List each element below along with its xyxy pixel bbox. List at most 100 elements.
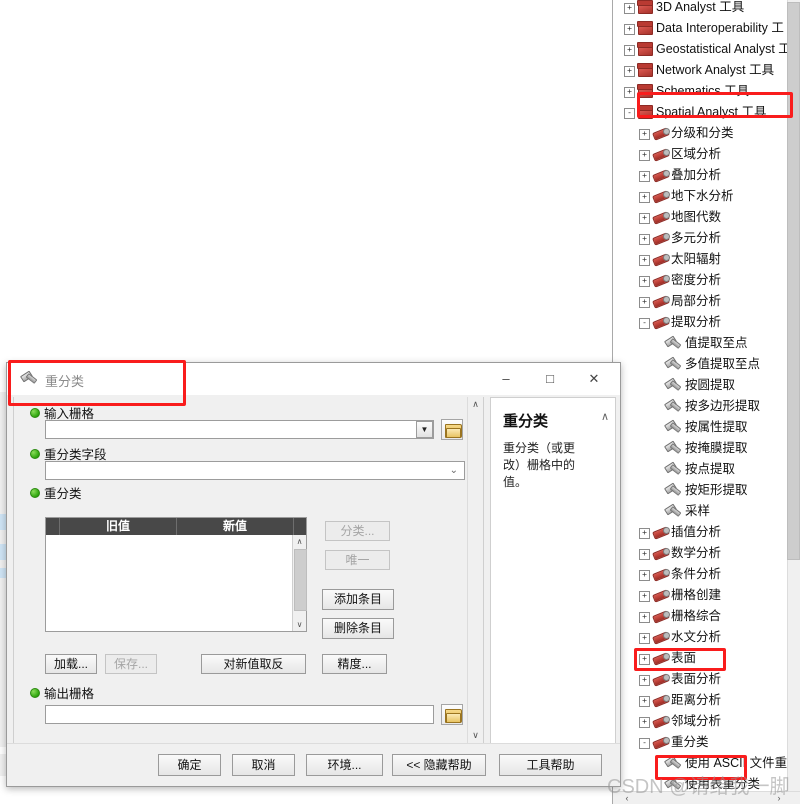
- toolbox-tree-horizontal-scrollbar[interactable]: ‹ ›: [613, 791, 800, 804]
- scrollbar-thumb[interactable]: [294, 549, 307, 611]
- ok-button[interactable]: 确定: [158, 754, 221, 776]
- tree-item-tool[interactable]: 采样: [613, 501, 788, 522]
- tree-item-toolset[interactable]: + 区域分析: [613, 144, 788, 165]
- tree-item-tool[interactable]: 值提取至点: [613, 333, 788, 354]
- chevron-down-icon[interactable]: ▼: [416, 421, 433, 438]
- input-raster-combobox[interactable]: ▼: [45, 420, 434, 439]
- save-button[interactable]: 保存...: [105, 654, 157, 674]
- expand-icon[interactable]: +: [624, 24, 635, 35]
- expand-icon[interactable]: +: [639, 717, 650, 728]
- expand-icon[interactable]: +: [639, 234, 650, 245]
- tree-item-toolset[interactable]: + 栅格综合: [613, 606, 788, 627]
- classify-button[interactable]: 分类...: [325, 521, 390, 541]
- tree-item-tool[interactable]: 按掩膜提取: [613, 438, 788, 459]
- tool-help-button[interactable]: 工具帮助: [499, 754, 602, 776]
- collapse-icon[interactable]: -: [624, 108, 635, 119]
- expand-icon[interactable]: +: [639, 150, 650, 161]
- browse-input-raster-button[interactable]: [441, 419, 463, 440]
- tree-item-toolset[interactable]: + 邻域分析: [613, 711, 788, 732]
- load-button[interactable]: 加载...: [45, 654, 97, 674]
- add-entry-button[interactable]: 添加条目: [322, 589, 394, 610]
- expand-icon[interactable]: +: [639, 591, 650, 602]
- scroll-left-icon[interactable]: ‹: [621, 792, 633, 804]
- expand-icon[interactable]: +: [639, 171, 650, 182]
- hide-help-button[interactable]: << 隐藏帮助: [392, 754, 486, 776]
- minimize-button[interactable]: –: [484, 363, 528, 394]
- scroll-up-icon[interactable]: ∧: [293, 535, 306, 548]
- expand-icon[interactable]: +: [639, 549, 650, 560]
- tree-item-tool[interactable]: 按圆提取: [613, 375, 788, 396]
- delete-entries-button[interactable]: 删除条目: [322, 618, 394, 639]
- tree-item-toolbox[interactable]: - Spatial Analyst 工具: [613, 102, 788, 123]
- tree-item-toolset[interactable]: + 地图代数: [613, 207, 788, 228]
- browse-output-raster-button[interactable]: [441, 704, 463, 725]
- expand-icon[interactable]: +: [624, 45, 635, 56]
- tree-item-toolset[interactable]: + 叠加分析: [613, 165, 788, 186]
- expand-icon[interactable]: +: [639, 654, 650, 665]
- expand-icon[interactable]: +: [639, 528, 650, 539]
- tree-item-toolset[interactable]: - 重分类: [613, 732, 788, 753]
- expand-icon[interactable]: +: [639, 612, 650, 623]
- tree-item-tool[interactable]: 多值提取至点: [613, 354, 788, 375]
- tree-item-tool[interactable]: 按属性提取: [613, 417, 788, 438]
- expand-icon[interactable]: +: [639, 297, 650, 308]
- toolbox-tree-vertical-scrollbar[interactable]: [787, 0, 800, 792]
- expand-icon[interactable]: +: [639, 129, 650, 140]
- tree-item-tool[interactable]: 使用 ASCII 文件重: [613, 753, 788, 774]
- expand-icon[interactable]: +: [639, 696, 650, 707]
- tree-item-toolset[interactable]: + 表面分析: [613, 669, 788, 690]
- expand-icon[interactable]: +: [639, 192, 650, 203]
- expand-icon[interactable]: +: [639, 570, 650, 581]
- expand-icon[interactable]: +: [639, 633, 650, 644]
- expand-icon[interactable]: +: [639, 255, 650, 266]
- expand-icon[interactable]: +: [639, 675, 650, 686]
- scroll-down-icon[interactable]: ∨: [468, 728, 483, 743]
- collapse-icon[interactable]: -: [639, 318, 650, 329]
- tree-item-toolset[interactable]: + 分级和分类: [613, 123, 788, 144]
- collapse-icon[interactable]: -: [639, 738, 650, 749]
- tree-item-toolset[interactable]: + 栅格创建: [613, 585, 788, 606]
- tree-item-toolbox[interactable]: +3D Analyst 工具: [613, 0, 788, 18]
- precision-button[interactable]: 精度...: [322, 654, 387, 674]
- scrollbar-thumb[interactable]: [787, 2, 800, 560]
- cancel-button[interactable]: 取消: [232, 754, 295, 776]
- tree-item-toolset[interactable]: + 条件分析: [613, 564, 788, 585]
- remap-table[interactable]: 旧值 新值 ∧ ∨: [45, 517, 307, 632]
- tree-item-toolset[interactable]: + 距离分析: [613, 690, 788, 711]
- parameters-scrollbar[interactable]: ∧ ∨: [467, 397, 483, 743]
- tree-item-toolset[interactable]: + 表面: [613, 648, 788, 669]
- reverse-new-values-button[interactable]: 对新值取反: [201, 654, 306, 674]
- tree-item-toolbox[interactable]: + Data Interoperability 工: [613, 18, 788, 39]
- expand-icon[interactable]: +: [624, 3, 635, 14]
- tree-item-toolset[interactable]: + 地下水分析: [613, 186, 788, 207]
- tree-item-toolset[interactable]: + 数学分析: [613, 543, 788, 564]
- remap-table-scrollbar[interactable]: ∧ ∨: [292, 535, 307, 631]
- close-button[interactable]: ✕: [572, 363, 616, 394]
- tree-item-toolset[interactable]: + 插值分析: [613, 522, 788, 543]
- unique-button[interactable]: 唯一: [325, 550, 390, 570]
- tree-item-tool[interactable]: 按矩形提取: [613, 480, 788, 501]
- tree-item-toolset[interactable]: - 提取分析: [613, 312, 788, 333]
- environments-button[interactable]: 环境...: [306, 754, 383, 776]
- expand-icon[interactable]: +: [624, 66, 635, 77]
- tree-item-toolbox[interactable]: + Network Analyst 工具: [613, 60, 788, 81]
- scroll-down-icon[interactable]: ∨: [293, 618, 306, 631]
- tree-item-toolset[interactable]: + 密度分析: [613, 270, 788, 291]
- tree-item-toolset[interactable]: + 多元分析: [613, 228, 788, 249]
- tree-item-toolbox[interactable]: + Schematics 工具: [613, 81, 788, 102]
- tree-item-toolset[interactable]: + 局部分析: [613, 291, 788, 312]
- scroll-right-icon[interactable]: ›: [773, 792, 785, 804]
- scroll-up-icon[interactable]: ∧: [468, 397, 483, 412]
- tree-item-toolbox[interactable]: + Geostatistical Analyst 工: [613, 39, 791, 60]
- tree-item-toolset[interactable]: + 水文分析: [613, 627, 788, 648]
- help-collapse-icon[interactable]: ∧: [601, 410, 609, 423]
- dialog-titlebar[interactable]: 重分类 – □ ✕: [7, 363, 620, 396]
- output-raster-input[interactable]: [45, 705, 434, 724]
- expand-icon[interactable]: +: [624, 87, 635, 98]
- maximize-button[interactable]: □: [528, 363, 572, 394]
- tree-item-toolset[interactable]: + 太阳辐射: [613, 249, 788, 270]
- remap-table-body[interactable]: [46, 535, 293, 631]
- tree-item-tool[interactable]: 按点提取: [613, 459, 788, 480]
- expand-icon[interactable]: +: [639, 276, 650, 287]
- chevron-down-icon[interactable]: ⌄: [450, 466, 458, 476]
